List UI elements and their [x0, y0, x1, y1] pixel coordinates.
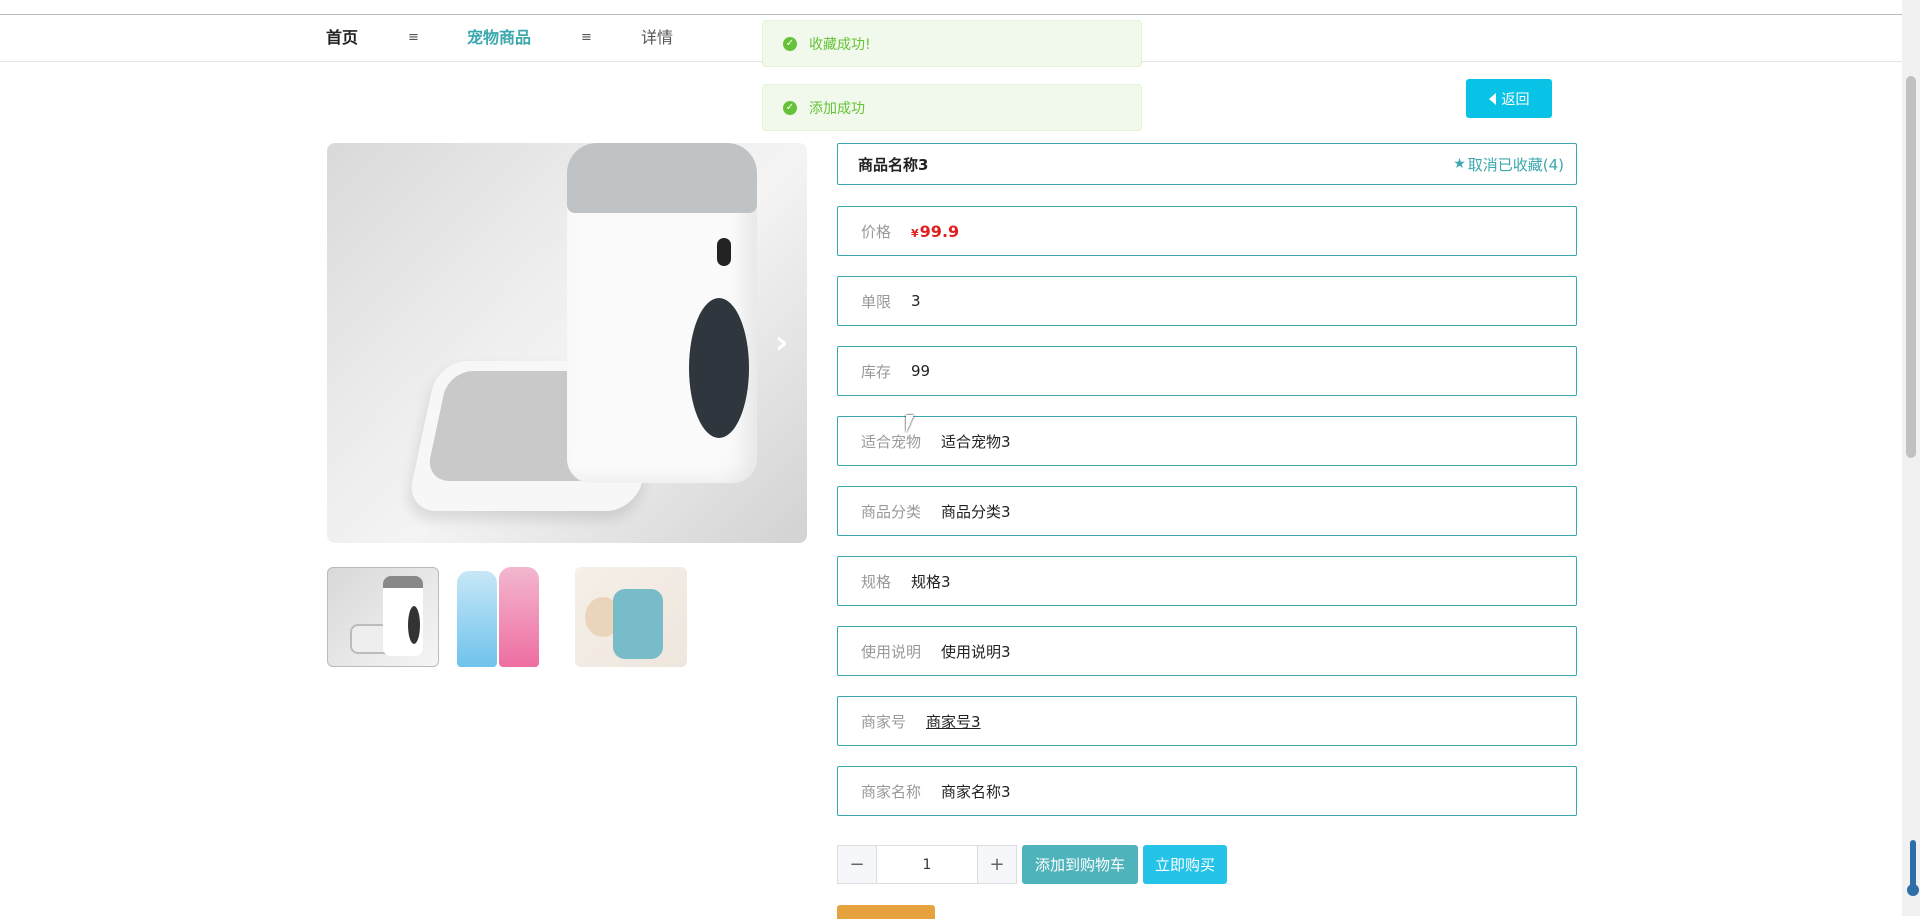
star-icon: ★	[1453, 156, 1466, 172]
quantity-input[interactable]: 1	[877, 845, 977, 884]
product-thumbnail-3[interactable]	[575, 567, 687, 667]
add-to-cart-button[interactable]: 添加到购物车	[1022, 845, 1138, 884]
back-button-label: 返回	[1501, 91, 1530, 108]
field-suitable-pet: 适合宠物 适合宠物3	[837, 416, 1577, 466]
field-value: 商品分类3	[941, 502, 1011, 521]
decrease-quantity-button[interactable]: −	[837, 845, 877, 884]
product-image-feeder-button	[717, 238, 731, 266]
field-limit: 单限 3	[837, 276, 1577, 326]
nav-home-link[interactable]: 首页	[326, 27, 358, 49]
toast-favorite-success: ✓ 收藏成功!	[762, 20, 1142, 67]
field-value: 商家名称3	[941, 782, 1011, 801]
field-category: 商品分类 商品分类3	[837, 486, 1577, 536]
field-label: 库存	[861, 362, 892, 381]
field-value: 规格3	[911, 572, 951, 591]
thermometer-widget-icon[interactable]	[1910, 840, 1916, 890]
back-button[interactable]: 返回	[1466, 79, 1552, 118]
thermometer-bulb-icon	[1907, 884, 1919, 896]
thumbnail-dispenser-shape	[613, 589, 663, 659]
product-thumbnail-1[interactable]	[327, 567, 439, 667]
field-instructions: 使用说明 使用说明3	[837, 626, 1577, 676]
field-label: 商家号	[861, 712, 907, 731]
thumbnail-window-shape	[408, 606, 420, 644]
thumbnail-blue-bottle	[457, 571, 497, 667]
field-spec: 规格 规格3	[837, 556, 1577, 606]
product-image-feeder-lid	[567, 143, 757, 213]
field-merchant-name: 商家名称 商家名称3	[837, 766, 1577, 816]
quantity-stepper: − 1 +	[837, 845, 1017, 884]
scrollbar-thumb[interactable]	[1906, 76, 1916, 458]
product-thumbnail-2[interactable]	[447, 567, 559, 667]
field-label: 规格	[861, 572, 892, 591]
field-value: 3	[911, 292, 921, 310]
check-circle-icon: ✓	[783, 36, 797, 51]
product-main-image: ›	[327, 143, 807, 543]
field-label: 适合宠物	[861, 432, 922, 451]
toast-message: 收藏成功!	[809, 36, 871, 53]
field-label: 单限	[861, 292, 892, 311]
partially-visible-button[interactable]	[837, 905, 935, 919]
product-title-box: 商品名称3 ★ 取消已收藏(4)	[837, 143, 1577, 185]
price-value: ¥99.9	[911, 221, 960, 241]
breadcrumb-separator-icon: ≡	[408, 30, 419, 45]
product-image-feeder-window	[689, 298, 749, 438]
field-value: 使用说明3	[941, 642, 1011, 661]
mouse-cursor-icon	[906, 415, 922, 433]
favorite-label: 取消已收藏(4)	[1467, 155, 1564, 174]
field-label: 商家名称	[861, 782, 922, 801]
toast-add-success: ✓ 添加成功	[762, 84, 1142, 131]
nav-category-link[interactable]: 宠物商品	[467, 27, 531, 49]
buy-now-button[interactable]: 立即购买	[1143, 845, 1227, 884]
field-label: 价格	[861, 222, 892, 241]
field-stock: 库存 99	[837, 346, 1577, 396]
product-name: 商品名称3	[858, 155, 929, 174]
chevron-right-icon[interactable]: ›	[775, 323, 788, 361]
breadcrumb-separator-icon: ≡	[581, 30, 592, 45]
nav-detail-label: 详情	[641, 28, 674, 47]
field-label: 商品分类	[861, 502, 922, 521]
field-price: 价格 ¥99.9	[837, 206, 1577, 256]
increase-quantity-button[interactable]: +	[977, 845, 1017, 884]
caret-left-icon	[1488, 92, 1496, 105]
field-value: 99	[911, 362, 931, 380]
check-circle-icon: ✓	[783, 100, 797, 115]
field-label: 使用说明	[861, 642, 922, 661]
thumbnail-pink-bottle	[499, 567, 539, 667]
toast-message: 添加成功	[809, 100, 865, 117]
field-value: 适合宠物3	[941, 432, 1011, 451]
merchant-id-link[interactable]: 商家号3	[926, 711, 981, 732]
unfavorite-button[interactable]: ★ 取消已收藏(4)	[1453, 154, 1564, 175]
field-merchant-id: 商家号 商家号3	[837, 696, 1577, 746]
